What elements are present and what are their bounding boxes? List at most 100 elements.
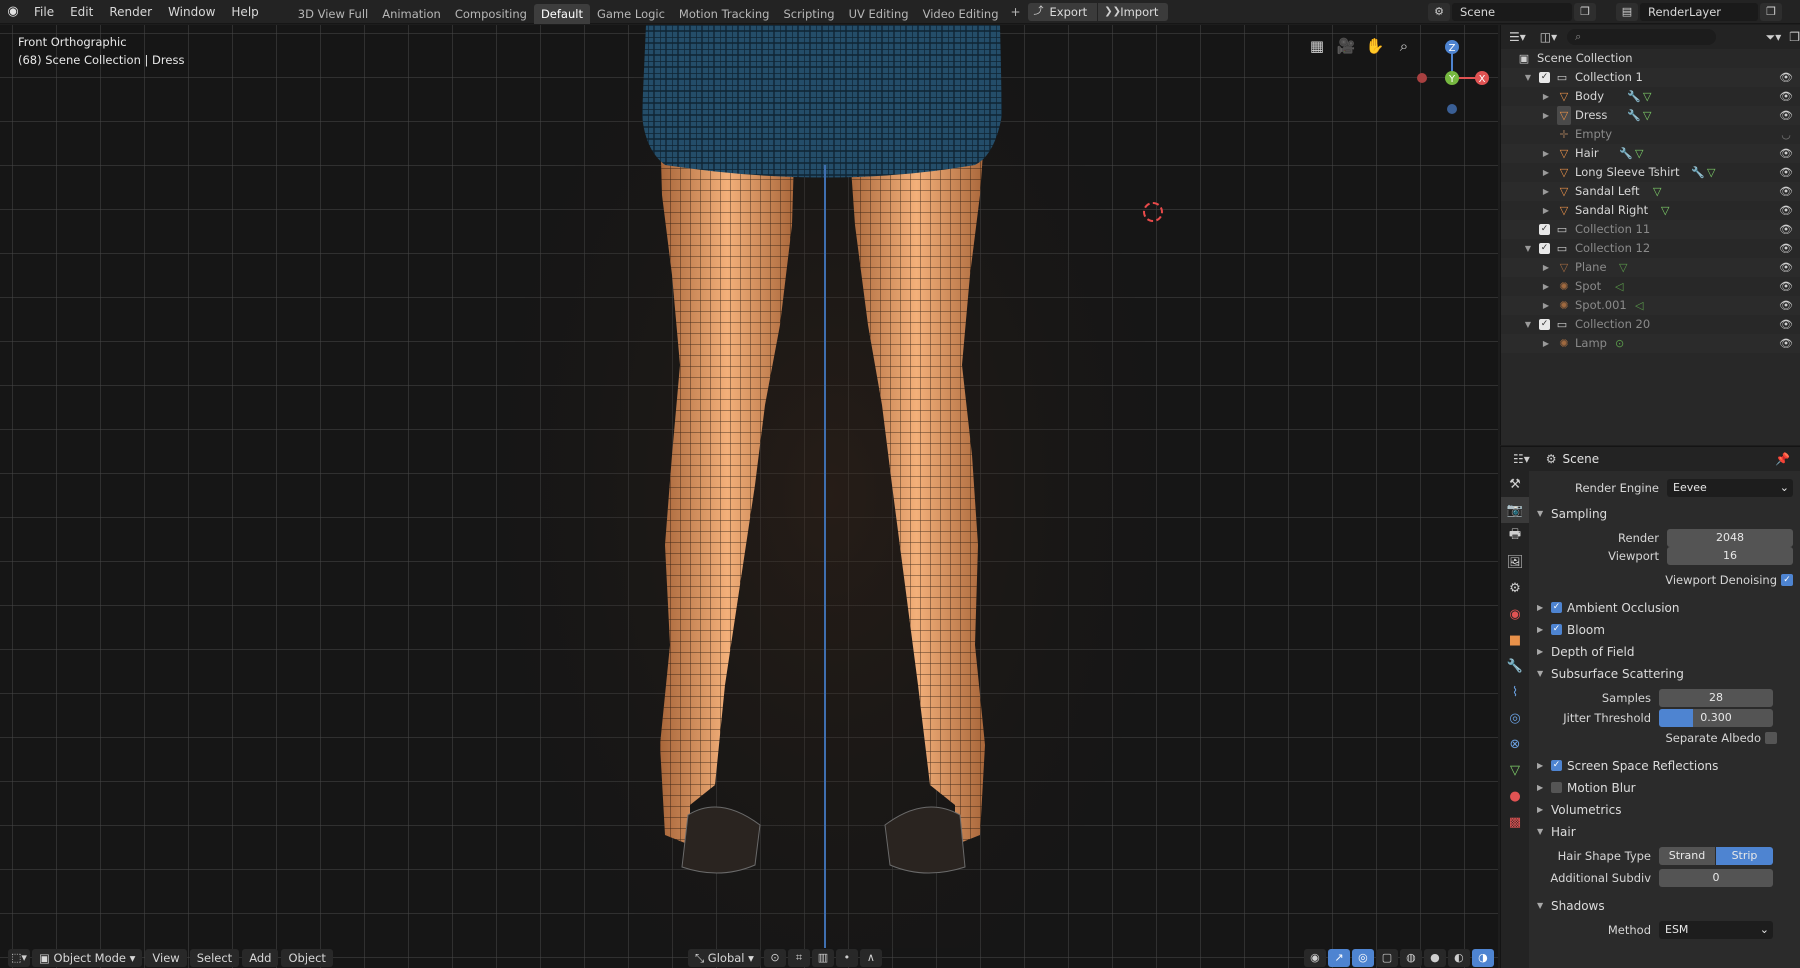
menu-edit[interactable]: Edit: [62, 0, 101, 24]
menu-window[interactable]: Window: [160, 0, 223, 24]
xray-icon[interactable]: ▢: [1375, 949, 1398, 967]
menu-file[interactable]: File: [26, 0, 62, 24]
add-menu[interactable]: Add: [242, 949, 279, 967]
outliner-row-scene-collection[interactable]: ▣ Scene Collection: [1501, 49, 1800, 68]
outliner-row-sandal-right[interactable]: ▶ ▽ Sandal Right ▽ 👁: [1501, 201, 1800, 220]
expand-arrow-icon[interactable]: ▶: [1541, 87, 1551, 106]
shading-rendered-icon[interactable]: ◑: [1471, 949, 1494, 967]
render-samples-field[interactable]: 2048: [1667, 529, 1793, 547]
ssr-checkbox[interactable]: ✓: [1551, 760, 1562, 771]
mesh-data-icon[interactable]: ▽: [1661, 201, 1669, 220]
light-data-icon[interactable]: ⊙: [1615, 334, 1624, 353]
outliner-row-empty[interactable]: ✛ Empty ◡: [1501, 125, 1800, 144]
object-menu[interactable]: Object: [281, 949, 333, 967]
3d-cursor-icon[interactable]: [1143, 202, 1163, 222]
overlay-toggle-icon[interactable]: ◎: [1351, 949, 1374, 967]
world-tab-icon[interactable]: ◉: [1501, 601, 1529, 627]
expand-arrow-icon[interactable]: ▶: [1541, 277, 1551, 296]
tab-motion-tracking[interactable]: Motion Tracking: [672, 4, 777, 24]
bloom-checkbox[interactable]: ✓: [1551, 624, 1562, 635]
additional-subdiv-field[interactable]: 0: [1659, 869, 1773, 887]
outliner-row-collection-11[interactable]: ✓ ▭ Collection 11 👁: [1501, 220, 1800, 239]
eye-icon[interactable]: 👁: [1779, 296, 1793, 315]
outliner-row-collection-12[interactable]: ▼ ✓ ▭ Collection 12 👁: [1501, 239, 1800, 258]
volumetrics-section[interactable]: ▶ Volumetrics: [1531, 799, 1800, 821]
3d-viewport[interactable]: Front Orthographic (68) Scene Collection…: [0, 25, 1498, 968]
motion-blur-checkbox[interactable]: [1551, 782, 1562, 793]
separate-albedo-checkbox[interactable]: [1765, 732, 1777, 744]
falloff-icon[interactable]: ∧: [859, 949, 882, 967]
outliner-row-dress[interactable]: ▶ ▽ Dress 🔧 ▽ 👁: [1501, 106, 1800, 125]
mesh-data-icon[interactable]: ▽: [1707, 163, 1715, 182]
exclude-checkbox[interactable]: ✓: [1539, 319, 1550, 330]
constraints-tab-icon[interactable]: ⊗: [1501, 731, 1529, 757]
scene-tab-icon[interactable]: ⚙: [1501, 575, 1529, 601]
outliner-row-plane[interactable]: ▶ ▽ Plane ▽ 👁: [1501, 258, 1800, 277]
output-tab-icon[interactable]: 🖶: [1501, 523, 1529, 549]
shading-material-icon[interactable]: ◐: [1447, 949, 1470, 967]
eye-icon[interactable]: 👁: [1779, 239, 1793, 258]
eye-icon[interactable]: 👁: [1779, 144, 1793, 163]
render-engine-dropdown[interactable]: Eevee ⌄: [1667, 479, 1793, 497]
physics-tab-icon[interactable]: ◎: [1501, 705, 1529, 731]
hand-pan-icon[interactable]: ✋: [1364, 35, 1386, 57]
tab-compositing[interactable]: Compositing: [448, 4, 534, 24]
tab-default[interactable]: Default: [533, 3, 590, 24]
texture-tab-icon[interactable]: ▩: [1501, 809, 1529, 835]
exclude-checkbox[interactable]: ✓: [1539, 243, 1550, 254]
new-collection-icon[interactable]: ❐: [1789, 30, 1800, 44]
expand-arrow-icon[interactable]: ▶: [1541, 334, 1551, 353]
ambient-occlusion-checkbox[interactable]: ✓: [1551, 602, 1562, 613]
shadows-section[interactable]: ▼ Shadows: [1531, 895, 1800, 917]
viewport-denoising-checkbox[interactable]: ✓: [1781, 574, 1793, 586]
outliner-row-collection-1[interactable]: ▼ ✓ ▭ Collection 1 👁: [1501, 68, 1800, 87]
expand-arrow-icon[interactable]: ▼: [1523, 68, 1533, 87]
jitter-threshold-slider[interactable]: 0.300: [1659, 709, 1773, 727]
subsurface-scattering-section[interactable]: ▼ Subsurface Scattering: [1531, 663, 1800, 685]
eye-icon[interactable]: 👁: [1779, 334, 1793, 353]
view-menu[interactable]: View: [145, 949, 187, 967]
tab-uv-editing[interactable]: UV Editing: [842, 4, 916, 24]
menu-render[interactable]: Render: [101, 0, 160, 24]
snap-icon[interactable]: ⌗: [787, 949, 810, 967]
visibility-icon[interactable]: ◉: [1303, 949, 1326, 967]
scene-browse-icon[interactable]: ⚙: [1428, 3, 1450, 21]
expand-arrow-icon[interactable]: ▶: [1541, 163, 1551, 182]
tab-video-editing[interactable]: Video Editing: [916, 4, 1006, 24]
eye-icon[interactable]: 👁: [1779, 315, 1793, 334]
render-layer-field[interactable]: RenderLayer: [1640, 3, 1758, 21]
exclude-checkbox[interactable]: ✓: [1539, 72, 1550, 83]
gizmo-neg-z-icon[interactable]: [1447, 104, 1457, 114]
particles-tab-icon[interactable]: ⌇: [1501, 679, 1529, 705]
outliner-row-sandal-left[interactable]: ▶ ▽ Sandal Left ▽ 👁: [1501, 182, 1800, 201]
sss-samples-field[interactable]: 28: [1659, 689, 1773, 707]
add-workspace-icon[interactable]: +: [1008, 5, 1024, 19]
proportional-edit-icon[interactable]: •: [835, 949, 858, 967]
ambient-occlusion-section[interactable]: ▶ ✓ Ambient Occlusion: [1531, 597, 1800, 619]
outliner-search-input[interactable]: ⌕: [1567, 29, 1716, 45]
tab-scripting[interactable]: Scripting: [776, 4, 841, 24]
exclude-checkbox[interactable]: ✓: [1539, 224, 1550, 235]
export-button[interactable]: ⤴ Export: [1027, 2, 1098, 21]
material-tab-icon[interactable]: ●: [1501, 783, 1529, 809]
sampling-section[interactable]: ▼ Sampling: [1531, 503, 1800, 525]
modifier-wrench-icon[interactable]: 🔧: [1627, 106, 1641, 125]
view-layer-tab-icon[interactable]: 🖼: [1501, 549, 1529, 575]
eye-icon[interactable]: 👁: [1779, 182, 1793, 201]
bloom-section[interactable]: ▶ ✓ Bloom: [1531, 619, 1800, 641]
screen-space-reflections-section[interactable]: ▶ ✓ Screen Space Reflections: [1531, 755, 1800, 777]
shading-solid-icon[interactable]: ●: [1423, 949, 1446, 967]
expand-arrow-icon[interactable]: ▶: [1541, 201, 1551, 220]
blender-logo-icon[interactable]: ◉: [0, 0, 26, 24]
eye-icon[interactable]: 👁: [1779, 258, 1793, 277]
expand-arrow-icon[interactable]: ▶: [1541, 182, 1551, 201]
depth-of-field-section[interactable]: ▶ Depth of Field: [1531, 641, 1800, 663]
modifier-wrench-icon[interactable]: 🔧: [1619, 144, 1633, 163]
display-mode-icon[interactable]: ◫▾: [1540, 30, 1557, 44]
tool-tab-icon[interactable]: ⚒: [1501, 471, 1529, 497]
scene-new-icon[interactable]: ❐: [1574, 3, 1596, 21]
eye-icon[interactable]: 👁: [1779, 277, 1793, 296]
tab-animation[interactable]: Animation: [375, 4, 448, 24]
render-layer-browse-icon[interactable]: ▤: [1616, 3, 1638, 21]
menu-help[interactable]: Help: [223, 0, 266, 24]
